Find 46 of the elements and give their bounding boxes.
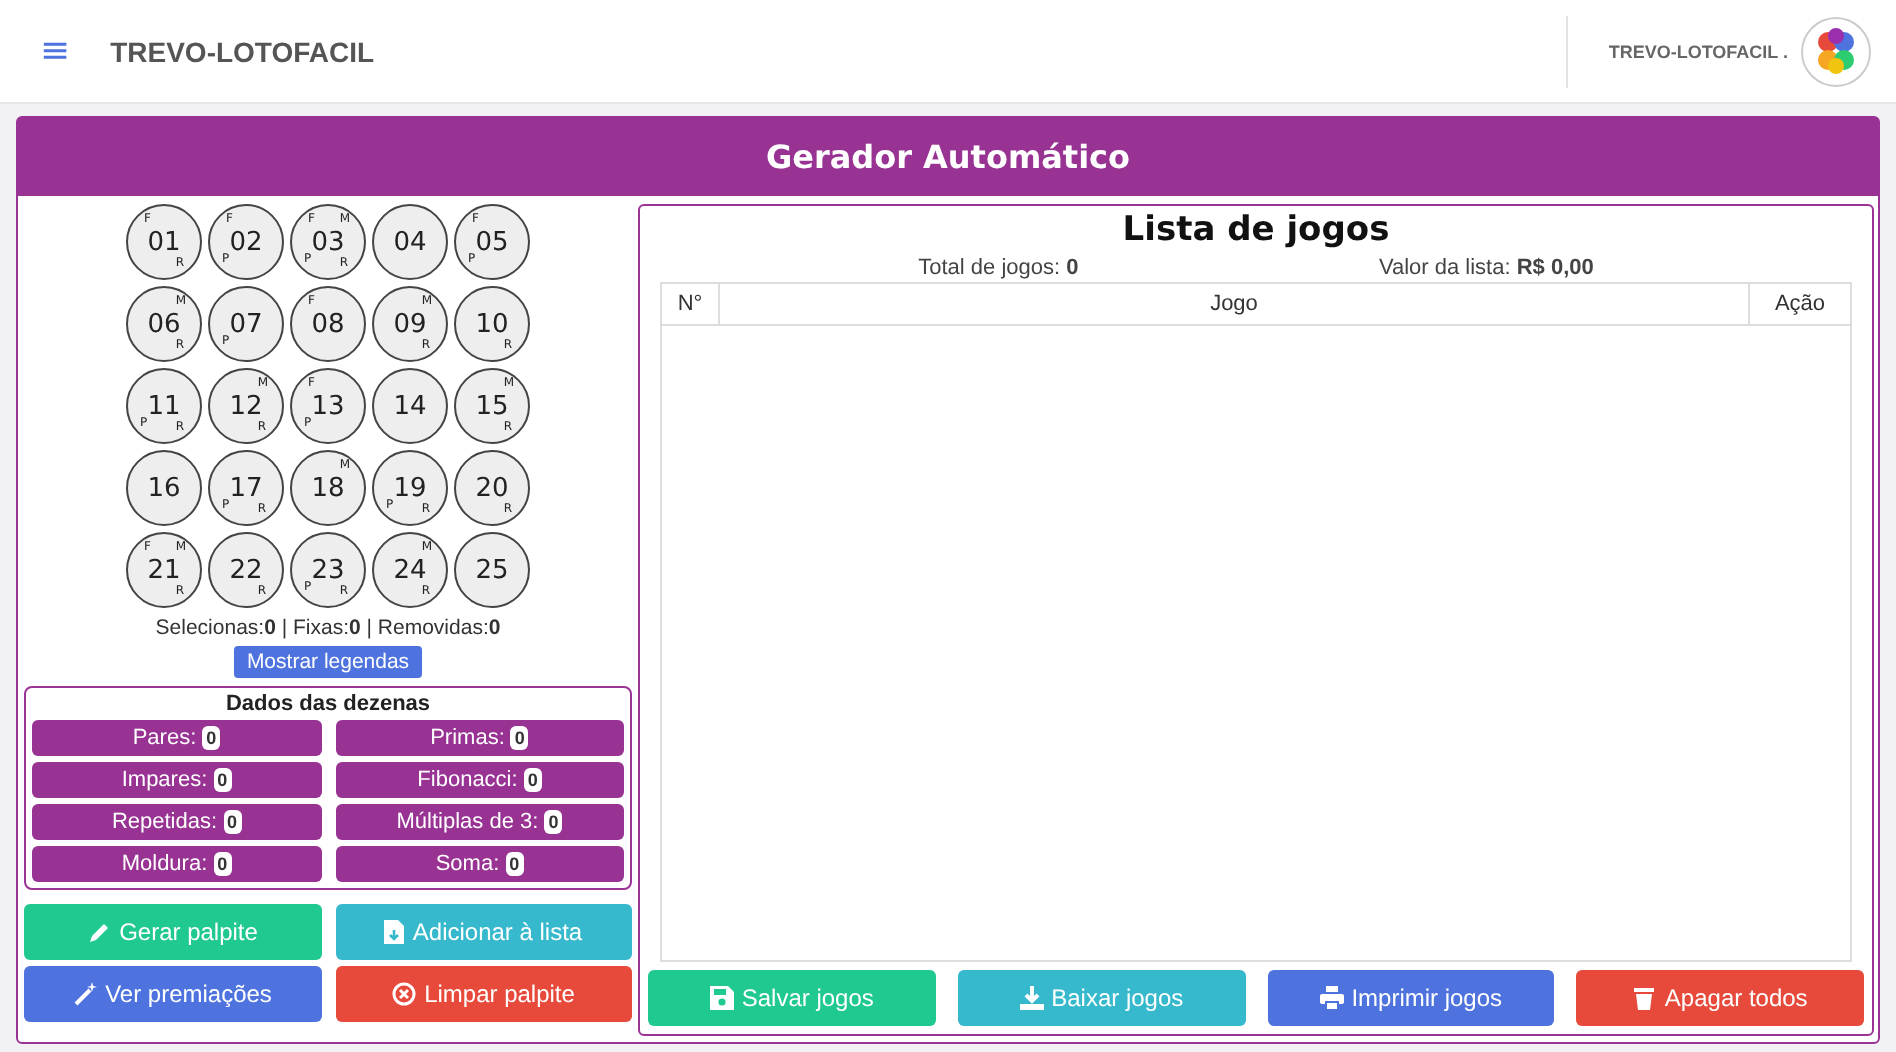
stat-value: 0 <box>223 810 242 834</box>
stat-label: Moldura: <box>121 852 208 876</box>
stat-value: 0 <box>544 810 563 834</box>
number-ball[interactable]: 25 <box>454 532 530 608</box>
column-header: Ação <box>1772 290 1828 320</box>
stat-value: 0 <box>202 726 221 750</box>
menu-icon[interactable]: ≡ <box>40 30 71 72</box>
card-title: Gerador Automático <box>18 118 1878 196</box>
magic-wand-icon <box>73 982 98 1006</box>
stat-label: Impares: <box>121 768 208 792</box>
stat-label: Repetidas: <box>111 810 218 834</box>
action-button[interactable]: Ver premiações <box>24 966 321 1022</box>
number-ball[interactable]: 04 <box>372 204 448 280</box>
stat-value: 0 <box>510 726 529 750</box>
number-ball[interactable]: 16 <box>126 450 202 526</box>
clover-logo-icon[interactable] <box>1800 15 1872 87</box>
download-icon <box>1019 986 1044 1010</box>
close-circle-icon <box>392 982 417 1006</box>
stat-label: Múltiplas de 3: <box>396 810 539 834</box>
stat-label: Pares: <box>132 726 197 750</box>
list-value: Valor da lista: R$ 0,00 <box>1378 256 1594 280</box>
list-title: Lista de jogos <box>1120 210 1392 250</box>
stat-value: 0 <box>213 768 232 792</box>
stats-title: Dados das dezenas <box>223 692 433 716</box>
save-icon <box>709 986 734 1010</box>
pencil-icon <box>87 920 112 944</box>
total-games: Total de jogos: 0 <box>918 256 1079 280</box>
show-legend-button[interactable]: Mostrar legendas <box>234 646 422 678</box>
action-button[interactable]: Imprimir jogos <box>1267 970 1555 1026</box>
stat-value: 0 <box>213 852 232 876</box>
site-title: TREVO-LOTOFACIL <box>110 35 375 67</box>
stat-label: Primas: <box>430 726 505 750</box>
stat-label: Soma: <box>435 852 500 876</box>
stat-value: 0 <box>505 852 524 876</box>
column-header: Jogo <box>720 284 1750 324</box>
selection-counts: Selecionas:0 | Fixas:0 | Removidas:0 <box>155 616 501 640</box>
print-icon <box>1319 986 1344 1010</box>
stat-value: 0 <box>523 768 542 792</box>
stat-label: Fibonacci: <box>417 768 518 792</box>
column-header: N° <box>662 284 720 324</box>
file-plus-icon <box>384 920 405 944</box>
number-ball[interactable]: 14 <box>372 368 448 444</box>
user-name[interactable]: TREVO-LOTOFACIL . <box>1608 41 1788 61</box>
action-button[interactable]: Limpar palpite <box>335 966 632 1022</box>
action-button[interactable]: Apagar todos <box>1576 970 1864 1026</box>
trash-icon <box>1632 986 1657 1010</box>
